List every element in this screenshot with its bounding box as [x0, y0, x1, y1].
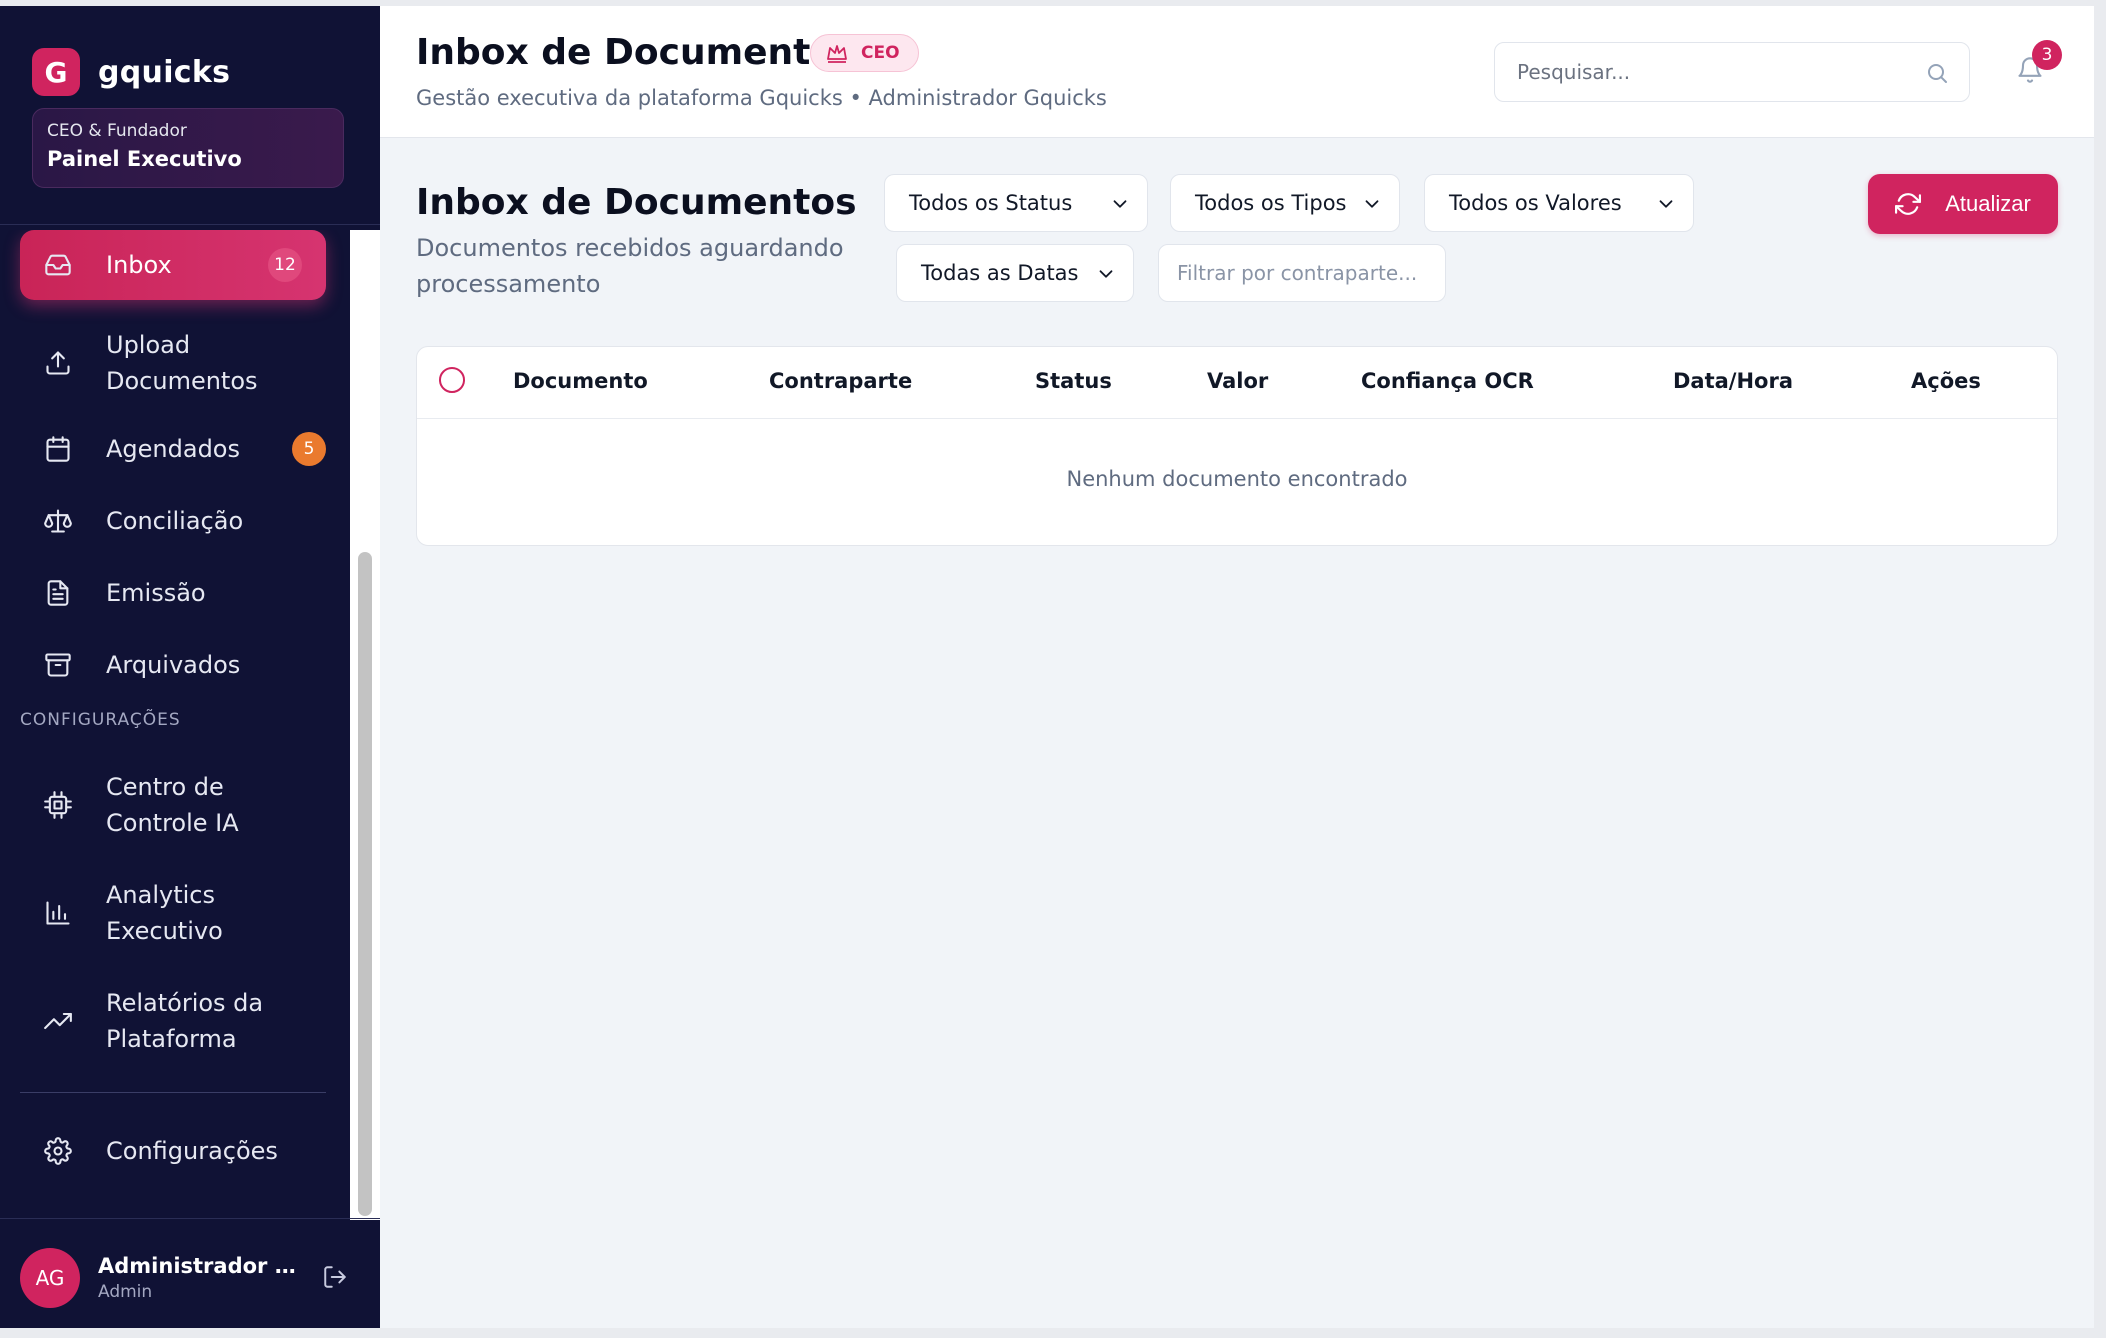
value-filter-value: Todos os Valores [1449, 191, 1622, 215]
avatar: AG [20, 1248, 80, 1308]
brand-name: gquicks [98, 54, 231, 90]
sidebar-item-label: Conciliação [106, 507, 244, 535]
status-filter-value: Todos os Status [909, 191, 1073, 215]
chevron-down-icon [1655, 193, 1677, 215]
sidebar-item-label: Centro de Controle IA [106, 773, 239, 837]
sidebar-item-label: Arquivados [106, 651, 241, 679]
column-header-status[interactable]: Status [1035, 369, 1112, 393]
sidebar-item-centro-controle-ia[interactable]: Centro de Controle IA [20, 760, 326, 850]
chevron-down-icon [1109, 193, 1131, 215]
sidebar-item-label: Analytics Executivo [106, 881, 223, 945]
user-name: Administrador Gquicks [98, 1254, 308, 1278]
date-filter-select[interactable]: Todas as Datas [896, 244, 1134, 302]
sidebar-item-label: Upload Documentos [106, 331, 258, 395]
chevron-down-icon [1095, 263, 1117, 285]
inbox-icon [44, 251, 72, 279]
chevron-down-icon [1361, 193, 1383, 215]
type-filter-value: Todos os Tipos [1195, 191, 1347, 215]
value-filter-select[interactable]: Todos os Valores [1424, 174, 1694, 232]
upload-icon [44, 349, 72, 377]
sidebar-item-label: Emissão [106, 579, 206, 607]
sidebar-item-label: Agendados [106, 435, 240, 463]
app-window: G gquicks CEO & Fundador Painel Executiv… [0, 6, 2094, 1328]
role-title: Painel Executivo [47, 147, 242, 171]
brand[interactable]: G gquicks [32, 48, 230, 96]
search-icon[interactable] [1925, 61, 1949, 85]
brand-logo: G [32, 48, 80, 96]
refresh-label: Atualizar [1945, 191, 2031, 216]
sidebar: G gquicks CEO & Fundador Painel Executiv… [0, 6, 380, 1328]
role-badge-label: CEO [861, 43, 900, 63]
scheduled-count-badge: 5 [292, 432, 326, 466]
column-header-contraparte[interactable]: Contraparte [769, 369, 912, 393]
cpu-icon [44, 791, 72, 819]
sidebar-item-label: Configurações [106, 1137, 278, 1165]
sidebar-item-inbox[interactable]: Inbox 12 [20, 230, 326, 300]
refresh-icon [1895, 193, 1922, 215]
sidebar-scrollbar-thumb[interactable] [358, 552, 372, 1216]
column-header-confianca-ocr[interactable]: Confiança OCR [1361, 369, 1534, 393]
counterparty-filter-input[interactable] [1158, 244, 1446, 302]
top-header: Inbox de Documentos CEO Gestão executiva… [380, 6, 2094, 138]
inbox-count-badge: 12 [268, 248, 302, 282]
user-role: Admin [98, 1282, 153, 1302]
page-subtitle: Gestão executiva da plataforma Gquicks •… [416, 86, 1107, 110]
page-title: Inbox de Documentos [416, 32, 857, 73]
sidebar-item-arquivados[interactable]: Arquivados [20, 636, 326, 694]
documents-table: Documento Contraparte Status Valor Confi… [416, 346, 2058, 546]
role-subtitle: CEO & Fundador [47, 121, 187, 141]
sidebar-item-analytics-executivo[interactable]: Analytics Executivo [20, 868, 326, 958]
type-filter-select[interactable]: Todos os Tipos [1170, 174, 1400, 232]
user-profile[interactable]: AG Administrador Gquicks Admin [20, 1246, 360, 1310]
archive-icon [44, 651, 72, 679]
divider [20, 1092, 326, 1093]
file-text-icon [44, 579, 72, 607]
search-box[interactable] [1494, 42, 1970, 102]
scale-icon [44, 507, 72, 535]
sidebar-item-upload[interactable]: Upload Documentos [20, 318, 326, 408]
section-subtitle: Documentos recebidos aguardando processa… [416, 234, 844, 298]
crown-icon [827, 45, 847, 63]
column-header-acoes: Ações [1911, 369, 1981, 393]
sidebar-item-conciliacao[interactable]: Conciliação [20, 492, 326, 550]
gear-icon [44, 1137, 72, 1165]
main-content: Inbox de Documentos Documentos recebidos… [380, 138, 2094, 1328]
column-header-valor[interactable]: Valor [1207, 369, 1268, 393]
column-header-documento[interactable]: Documento [513, 369, 648, 393]
sidebar-item-emissao[interactable]: Emissão [20, 564, 326, 622]
bar-chart-icon [44, 899, 72, 927]
logout-icon[interactable] [322, 1264, 350, 1292]
role-card: CEO & Fundador Painel Executivo [32, 108, 344, 188]
section-title: Inbox de Documentos [416, 182, 857, 223]
search-input[interactable] [1517, 60, 1917, 84]
sidebar-item-label: Inbox [106, 251, 172, 279]
role-badge: CEO [810, 34, 919, 72]
status-filter-select[interactable]: Todos os Status [884, 174, 1148, 232]
trending-up-icon [44, 1007, 72, 1035]
column-header-data-hora[interactable]: Data/Hora [1673, 369, 1793, 393]
sidebar-item-agendados[interactable]: Agendados 5 [20, 420, 326, 478]
sidebar-item-relatorios-plataforma[interactable]: Relatórios da Plataforma [20, 976, 326, 1066]
sidebar-item-configuracoes[interactable]: Configurações [20, 1122, 326, 1180]
divider [0, 1218, 380, 1219]
divider [0, 224, 380, 225]
empty-state-message: Nenhum documento encontrado [1066, 467, 1408, 491]
notification-count-badge: 3 [2032, 40, 2062, 70]
sidebar-item-label: Relatórios da Plataforma [106, 989, 264, 1053]
select-all-checkbox[interactable] [439, 367, 465, 393]
table-header: Documento Contraparte Status Valor Confi… [417, 347, 2057, 419]
date-filter-value: Todas as Datas [921, 261, 1079, 285]
calendar-icon [44, 435, 72, 463]
sidebar-nav: Inbox 12 Upload Documentos Agendados 5 C… [0, 230, 350, 1220]
section-label-configuracoes: CONFIGURAÇÕES [20, 710, 181, 730]
refresh-button[interactable]: Atualizar [1868, 174, 2058, 234]
